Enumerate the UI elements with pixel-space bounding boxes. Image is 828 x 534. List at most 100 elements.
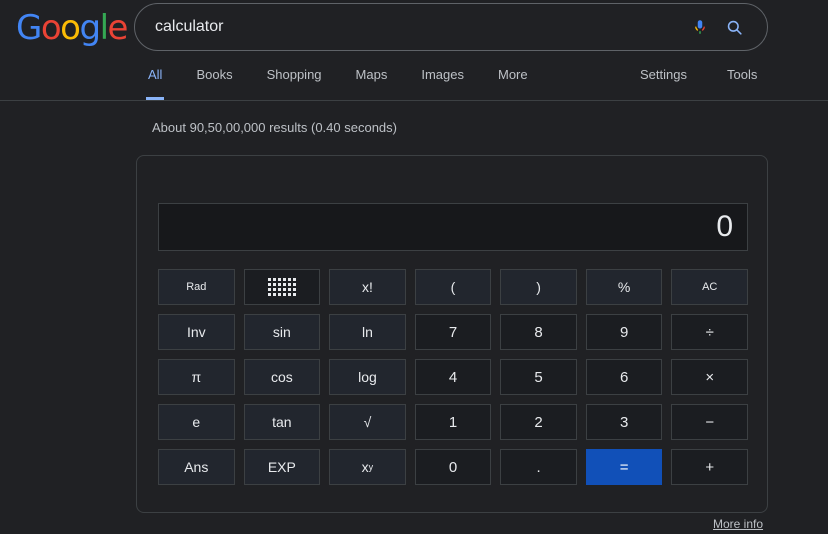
key-1[interactable]: 1: [415, 404, 492, 440]
key-subtract[interactable]: −: [671, 404, 748, 440]
nav-tab-shopping[interactable]: Shopping: [250, 65, 339, 100]
key-inverse[interactable]: Inv: [158, 314, 235, 350]
calculator-keypad: Rad x! ()% AC Inv sin ln 7 8 9 ÷ π cos log 4 5 6× e tan √ 1 2…: [158, 269, 748, 485]
nav-tabs: All Books Shopping Maps Images More: [140, 65, 545, 100]
nav-tab-images[interactable]: Images: [404, 65, 481, 100]
key-label: Ans: [184, 459, 208, 475]
key-log[interactable]: log: [329, 359, 406, 395]
result-stats: About 90,50,00,000 results (0.40 seconds…: [152, 120, 397, 135]
key-multiply[interactable]: ×: [671, 359, 748, 395]
key-label: tan: [272, 414, 291, 430]
key-label: 0: [449, 459, 457, 476]
key-e[interactable]: e: [158, 404, 235, 440]
key-label: e: [192, 414, 200, 430]
key-answer[interactable]: Ans: [158, 449, 235, 485]
key-label: 7: [449, 324, 457, 341]
key-4[interactable]: 4: [415, 359, 492, 395]
logo-letter-5: e: [108, 11, 127, 45]
nav-tab-label: Shopping: [267, 67, 322, 82]
search-input[interactable]: calculator: [155, 19, 683, 35]
key-label: .: [536, 459, 540, 476]
key-paren-open[interactable]: (: [415, 269, 492, 305]
key-pi[interactable]: π: [158, 359, 235, 395]
key-label: 1: [449, 414, 457, 431]
key-9[interactable]: 9: [586, 314, 663, 350]
logo-letter-3: g: [79, 11, 99, 45]
key-label: 8: [534, 324, 542, 341]
nav-tab-all[interactable]: All: [140, 65, 179, 100]
nav-tab-label: All: [148, 67, 162, 82]
key-label: (: [451, 279, 456, 295]
search-nav-bar: All Books Shopping Maps Images More SettingsT…: [0, 55, 828, 101]
key-label: x!: [362, 279, 373, 295]
key-cos[interactable]: cos: [244, 359, 321, 395]
key-6[interactable]: 6: [586, 359, 663, 395]
nav-tools-button[interactable]: Tools: [707, 65, 777, 100]
key-percent[interactable]: %: [586, 269, 663, 305]
nav-tab-more[interactable]: More: [481, 65, 545, 100]
key-label: −: [705, 414, 714, 431]
key-label: 4: [449, 369, 457, 386]
key-label: Inv: [187, 324, 206, 340]
nav-tab-label: Images: [421, 67, 464, 82]
nav-tools: SettingsTools: [620, 65, 777, 100]
key-3[interactable]: 3: [586, 404, 663, 440]
key-5[interactable]: 5: [500, 359, 577, 395]
key-add[interactable]: +: [671, 449, 748, 485]
key-label: log: [358, 369, 377, 385]
key-sin[interactable]: sin: [244, 314, 321, 350]
key-factorial[interactable]: x!: [329, 269, 406, 305]
key-label: ln: [362, 324, 373, 340]
display-value: 0: [716, 212, 733, 242]
nav-settings-button[interactable]: Settings: [620, 65, 707, 100]
key-ln[interactable]: ln: [329, 314, 406, 350]
keypad-dots: [268, 278, 296, 296]
calculator-display: 0: [158, 203, 748, 251]
key-exponent[interactable]: EXP: [244, 449, 321, 485]
calculator-card: 0 Rad x! ()% AC Inv sin ln 7 8 9 ÷ π cos log 4 5 6× e tan √…: [136, 155, 768, 513]
key-label: π: [191, 369, 201, 385]
key-paren-close[interactable]: ): [500, 269, 577, 305]
key-2[interactable]: 2: [500, 404, 577, 440]
key-label: ÷: [706, 324, 714, 341]
microphone-icon[interactable]: [683, 13, 717, 41]
key-label: 5: [534, 369, 542, 386]
google-logo[interactable]: Google: [16, 11, 127, 45]
search-icon[interactable]: [717, 13, 751, 41]
key-label: %: [618, 279, 630, 295]
nav-tab-label: Books: [196, 67, 232, 82]
key-divide[interactable]: ÷: [671, 314, 748, 350]
keypad-toggle-icon[interactable]: [244, 269, 321, 305]
key-label: Rad: [186, 281, 206, 293]
nav-tab-label: More: [498, 67, 528, 82]
key-all-clear[interactable]: AC: [671, 269, 748, 305]
key-decimal[interactable]: .: [500, 449, 577, 485]
key-label: ): [536, 279, 541, 295]
logo-letter-4: l: [100, 11, 108, 45]
key-label: +: [705, 459, 714, 476]
key-label: 3: [620, 414, 628, 431]
nav-tab-maps[interactable]: Maps: [339, 65, 405, 100]
key-7[interactable]: 7: [415, 314, 492, 350]
key-8[interactable]: 8: [500, 314, 577, 350]
search-bar[interactable]: calculator: [134, 3, 768, 51]
key-label: √: [364, 414, 372, 430]
key-sqrt[interactable]: √: [329, 404, 406, 440]
logo-letter-2: o: [60, 11, 79, 45]
key-label: 2: [534, 414, 542, 431]
key-label: AC: [702, 281, 717, 293]
key-tan[interactable]: tan: [244, 404, 321, 440]
nav-tab-books[interactable]: Books: [179, 65, 249, 100]
key-label: sin: [273, 324, 291, 340]
more-info-link[interactable]: More info: [713, 517, 763, 531]
key-label: 9: [620, 324, 628, 341]
key-rad[interactable]: Rad: [158, 269, 235, 305]
key-label: =: [620, 459, 629, 476]
key-0[interactable]: 0: [415, 449, 492, 485]
active-tab-underline: [146, 97, 164, 100]
key-power[interactable]: xy: [329, 449, 406, 485]
key-equals[interactable]: =: [586, 449, 663, 485]
key-label: EXP: [268, 459, 296, 475]
page-header: Google calculator: [0, 0, 828, 55]
key-label: cos: [271, 369, 293, 385]
